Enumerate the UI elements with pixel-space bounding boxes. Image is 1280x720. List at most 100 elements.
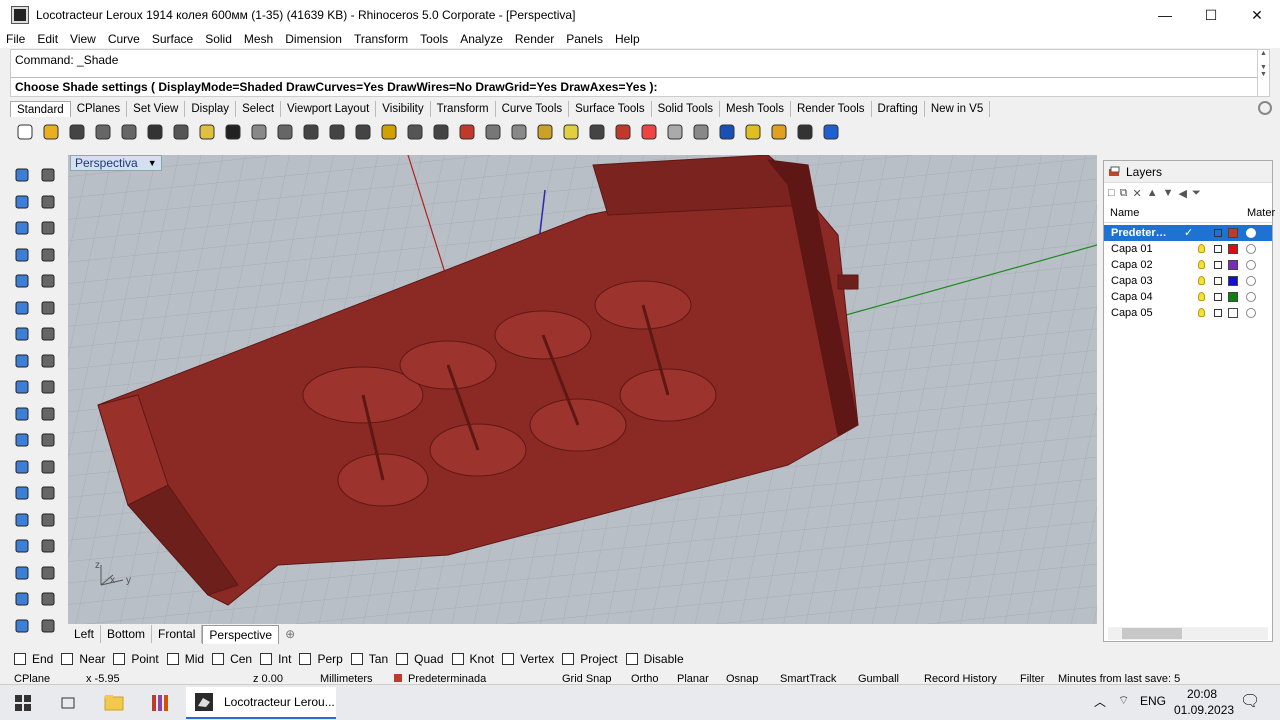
scale-icon[interactable] — [36, 509, 60, 531]
menu-curve[interactable]: Curve — [102, 32, 146, 46]
osnap-checkbox[interactable] — [212, 653, 225, 665]
perspective-viewport[interactable]: z x y — [68, 155, 1097, 624]
point-icon[interactable] — [36, 164, 60, 186]
material-icon[interactable] — [1246, 292, 1256, 302]
zoom-window-icon[interactable] — [326, 121, 348, 143]
osnap-checkbox[interactable] — [562, 653, 575, 665]
clock-time[interactable]: 20:08 — [1187, 687, 1217, 701]
osnap-knot[interactable]: Knot — [451, 652, 494, 666]
move-up-icon[interactable]: ▲ — [1147, 187, 1158, 199]
annotate-icon[interactable] — [36, 482, 60, 504]
grid-snap-toggle[interactable]: Grid Snap — [562, 673, 612, 684]
task-view-icon[interactable] — [60, 695, 76, 711]
osnap-checkbox[interactable] — [61, 653, 74, 665]
maximize-button[interactable]: ☐ — [1188, 0, 1234, 30]
new-icon[interactable] — [14, 121, 36, 143]
osnap-toggle[interactable]: Osnap — [726, 673, 758, 684]
tab-surface-tools[interactable]: Surface Tools — [569, 101, 652, 117]
menu-transform[interactable]: Transform — [348, 32, 414, 46]
blend-icon[interactable] — [36, 270, 60, 292]
add-viewport-icon[interactable]: ⊕ — [285, 627, 295, 641]
zoom-icon[interactable] — [300, 121, 322, 143]
paint-icon[interactable] — [36, 615, 60, 637]
polyline-icon[interactable] — [10, 191, 34, 213]
lock-icon[interactable] — [1214, 277, 1222, 285]
text-icon[interactable] — [10, 482, 34, 504]
sphere-gray-icon[interactable] — [664, 121, 686, 143]
material-icon[interactable] — [1246, 308, 1256, 318]
viewport-tab-frontal[interactable]: Frontal — [152, 625, 203, 643]
toolbar-settings-icon[interactable] — [1258, 101, 1272, 115]
record-history-toggle[interactable]: Record History — [924, 673, 997, 684]
visibility-bulb-icon[interactable] — [1198, 244, 1205, 253]
osnap-mid[interactable]: Mid — [166, 652, 204, 666]
print-icon[interactable] — [92, 121, 114, 143]
align-icon[interactable] — [36, 562, 60, 584]
lock-icon[interactable] — [1214, 293, 1222, 301]
osnap-checkbox[interactable] — [502, 653, 515, 665]
visibility-bulb-icon[interactable] — [1198, 292, 1205, 301]
extrude-icon[interactable] — [36, 297, 60, 319]
new-sublayer-icon[interactable]: ⧉ — [1120, 187, 1128, 200]
gumball-toggle[interactable]: Gumball — [858, 673, 899, 684]
filter-icon[interactable]: ⏷ — [1192, 187, 1201, 200]
tab-transform[interactable]: Transform — [431, 101, 496, 117]
osnap-cen[interactable]: Cen — [212, 652, 252, 666]
planar-toggle[interactable]: Planar — [677, 673, 709, 684]
check-icon[interactable] — [36, 588, 60, 610]
car-icon[interactable] — [456, 121, 478, 143]
col-material[interactable]: Mater — [1247, 207, 1275, 219]
visibility-bulb-icon[interactable] — [1198, 276, 1205, 285]
osnap-point[interactable]: Point — [113, 652, 159, 666]
osnap-vertex[interactable]: Vertex — [502, 652, 554, 666]
tab-display[interactable]: Display — [185, 101, 237, 117]
taskbar-rhino-app[interactable]: Locotracteur Lerou... — [186, 687, 336, 719]
layer-color-swatch[interactable] — [1228, 228, 1238, 238]
snap-icon[interactable] — [534, 121, 556, 143]
tab-mesh-tools[interactable]: Mesh Tools — [720, 101, 791, 117]
tab-new-in-v5[interactable]: New in V5 — [925, 101, 991, 117]
delete-layer-icon[interactable]: ✕ — [1133, 187, 1142, 200]
zoom-selected-icon[interactable] — [378, 121, 400, 143]
undo-icon[interactable] — [222, 121, 244, 143]
select-icon[interactable] — [10, 164, 34, 186]
move-out-icon[interactable]: ◀ — [1179, 187, 1187, 200]
rotate-view-icon[interactable] — [404, 121, 426, 143]
material-icon[interactable] — [1246, 276, 1256, 286]
tab-select[interactable]: Select — [236, 101, 282, 117]
layer-row[interactable]: Capa 02 — [1104, 257, 1272, 273]
explode-icon[interactable] — [36, 376, 60, 398]
tab-standard[interactable]: Standard — [10, 101, 71, 117]
lock-icon[interactable] — [1214, 309, 1222, 317]
sphere-blue-icon[interactable] — [716, 121, 738, 143]
status-cplane[interactable]: CPlane — [14, 673, 50, 684]
smarttrack-toggle[interactable]: SmartTrack — [780, 673, 836, 684]
tab-solid-tools[interactable]: Solid Tools — [652, 101, 720, 117]
arc-icon[interactable] — [36, 217, 60, 239]
osnap-end[interactable]: End — [14, 652, 53, 666]
four-viewports-icon[interactable] — [430, 121, 452, 143]
viewport-menu-arrow-icon[interactable]: ▼ — [148, 158, 157, 168]
options-icon[interactable] — [794, 121, 816, 143]
spline-icon[interactable] — [10, 456, 34, 478]
status-layer[interactable]: Predeterminada — [408, 673, 486, 684]
viewport-tab-left[interactable]: Left — [68, 625, 102, 643]
fillet-icon[interactable] — [36, 244, 60, 266]
split-icon[interactable] — [36, 429, 60, 451]
osnap-checkbox[interactable] — [113, 653, 126, 665]
filter-toggle[interactable]: Filter — [1020, 673, 1044, 684]
osnap-int[interactable]: Int — [260, 652, 291, 666]
osnap-checkbox[interactable] — [625, 653, 638, 665]
tab-curve-tools[interactable]: Curve Tools — [496, 101, 570, 117]
lock-icon[interactable] — [1214, 261, 1222, 269]
menu-solid[interactable]: Solid — [199, 32, 238, 46]
layer-color-swatch[interactable] — [1228, 308, 1238, 318]
command-prompt[interactable]: Choose Shade settings ( DisplayMode=Shad… — [11, 77, 1257, 95]
mirror-icon[interactable] — [36, 403, 60, 425]
menu-panels[interactable]: Panels — [560, 32, 609, 46]
layer-row[interactable]: Capa 04 — [1104, 289, 1272, 305]
camera-icon[interactable] — [482, 121, 504, 143]
curve-icon[interactable] — [36, 191, 60, 213]
paste-icon[interactable] — [196, 121, 218, 143]
command-scrollbar[interactable]: ▲ ▼ ▼ — [1257, 50, 1269, 97]
